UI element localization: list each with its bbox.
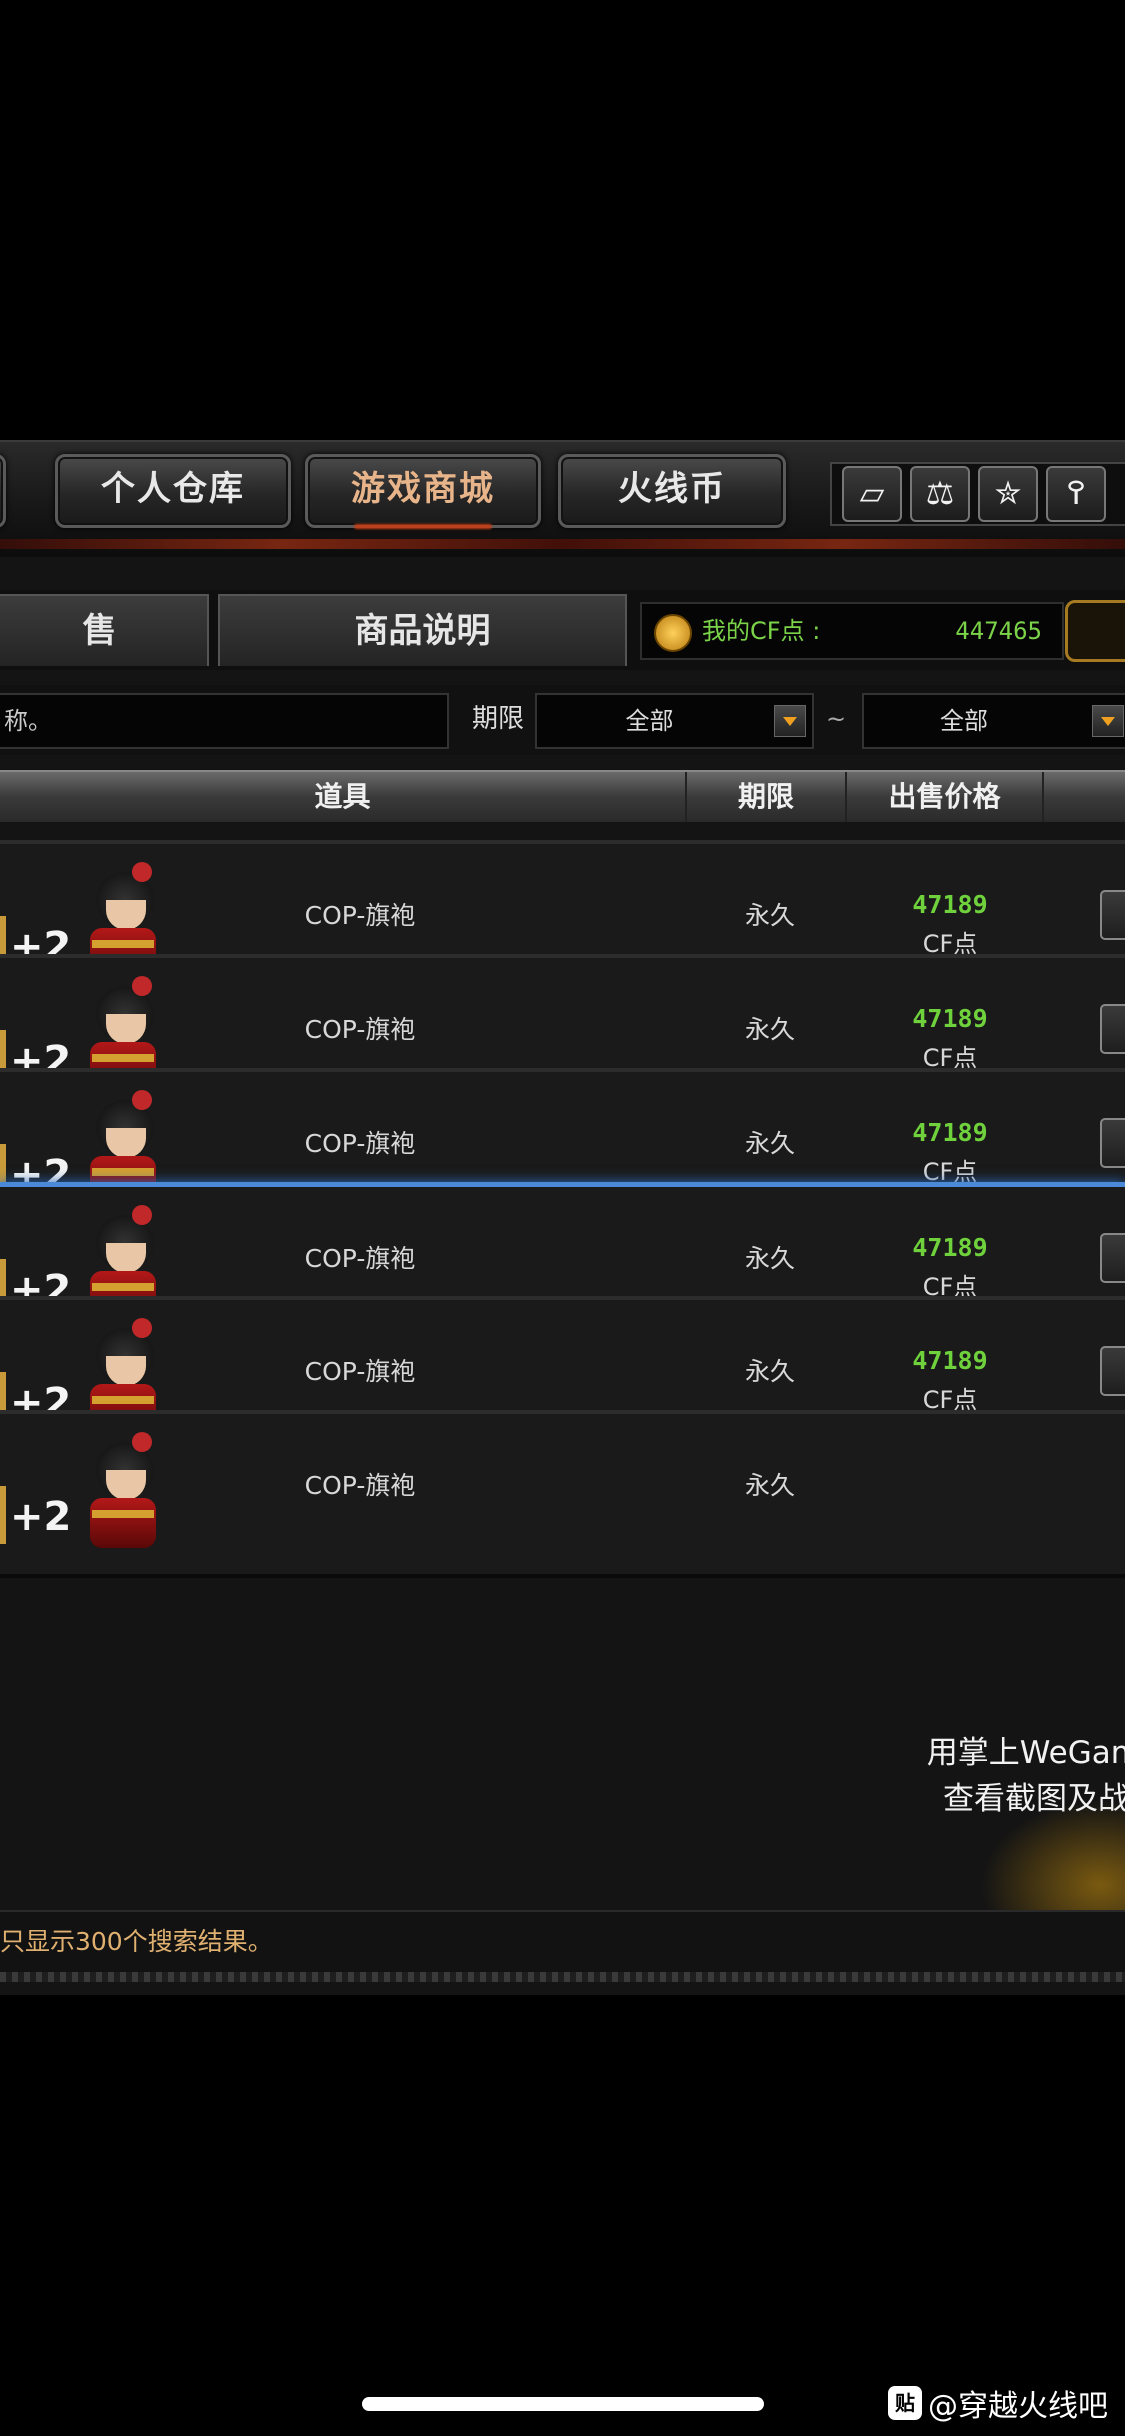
game-shop-window: 个人仓库 游戏商城 火线币 ▱ ⚖ ✮ ߉ 售 商品说明 我的CF点 : 447…	[0, 440, 1125, 1995]
item-name: COP-旗袍	[304, 901, 416, 930]
dropdown-arrow-icon[interactable]	[1092, 705, 1124, 737]
tab-item-description[interactable]: 商品说明	[218, 594, 627, 666]
item-period: 永久	[744, 1129, 795, 1158]
item-period: 永久	[744, 1244, 795, 1273]
item-name: COP-旗袍	[304, 1129, 416, 1158]
search-text: 称。	[4, 707, 52, 735]
item-name: COP-旗袍	[304, 1244, 416, 1273]
item-price: 47189	[912, 890, 988, 919]
column-header-item[interactable]: 道具	[0, 772, 687, 822]
scales-icon[interactable]: ⚖	[910, 466, 970, 522]
cf-points-label: 我的CF点 :	[702, 617, 821, 645]
filter-row: 称。 期限 全部 ~ 全部	[0, 685, 1125, 755]
wegame-line-1: 用掌上WeGame	[926, 1735, 1125, 1771]
column-header-price[interactable]: 出售价格	[847, 772, 1044, 822]
period-from-dropdown[interactable]: 全部	[535, 693, 814, 749]
nav-button-partial[interactable]	[0, 454, 6, 528]
item-price: 47189	[912, 1004, 988, 1033]
watermark-text: @穿越火线吧	[928, 2389, 1108, 2424]
wegame-line-2: 查看截图及战绩	[943, 1781, 1125, 1817]
watermark: 贴 @穿越火线吧	[888, 2383, 1108, 2424]
dropdown-arrow-icon[interactable]	[774, 705, 806, 737]
tab-sell-label: 售	[82, 611, 117, 651]
item-price: 47189	[912, 1118, 988, 1147]
trophy-icon[interactable]: ߉	[1046, 466, 1106, 522]
recharge-button[interactable]	[1065, 600, 1125, 662]
tabs-row: 售 商品说明 我的CF点 : 447465	[0, 590, 1125, 670]
item-avatar	[80, 1432, 180, 1552]
search-input[interactable]: 称。	[0, 693, 449, 749]
nav-button-label: 游戏商城	[351, 469, 495, 509]
item-period: 永久	[744, 1357, 795, 1386]
results-footer: 只显示300个搜索结果。	[0, 1910, 1125, 1972]
item-name: COP-旗袍	[304, 1357, 416, 1386]
grade-marker	[0, 1486, 6, 1544]
coin-icon	[654, 614, 692, 652]
nav-button-fire-coin[interactable]: 火线币	[558, 454, 786, 528]
buy-checkbox[interactable]	[1100, 1233, 1125, 1283]
buy-checkbox[interactable]	[1100, 890, 1125, 940]
range-separator: ~	[826, 705, 847, 733]
wegame-overlay: 用掌上WeGame 查看截图及战绩	[860, 1730, 1125, 1822]
item-name: COP-旗袍	[304, 1015, 416, 1044]
period-filter-label: 期限	[472, 704, 525, 734]
tieba-logo-icon: 贴	[888, 2386, 922, 2420]
buy-checkbox[interactable]	[1100, 1004, 1125, 1054]
results-note: 只显示300个搜索结果。	[0, 1927, 273, 1956]
item-period: 永久	[744, 901, 795, 930]
period-from-value: 全部	[625, 707, 674, 735]
item-period: 永久	[744, 1471, 795, 1500]
cf-points-value: 447465	[955, 617, 1042, 645]
active-glow	[354, 524, 492, 529]
item-name: COP-旗袍	[304, 1471, 416, 1500]
enhance-level: +2	[10, 1494, 72, 1540]
period-to-dropdown[interactable]: 全部	[862, 693, 1125, 749]
buy-checkbox[interactable]	[1100, 1118, 1125, 1168]
tv-icon[interactable]: ▱	[842, 466, 902, 522]
top-navigation: 个人仓库 游戏商城 火线币 ▱ ⚖ ✮ ߉	[0, 440, 1125, 557]
star-badge-icon[interactable]: ✮	[978, 466, 1038, 522]
cf-points-display: 我的CF点 : 447465	[640, 602, 1064, 660]
item-period: 永久	[744, 1015, 795, 1044]
home-indicator[interactable]	[362, 2397, 764, 2411]
column-header-period[interactable]: 期限	[687, 772, 847, 822]
buy-checkbox[interactable]	[1100, 1346, 1125, 1396]
tab-sell[interactable]: 售	[0, 594, 209, 666]
item-price: 47189	[912, 1233, 988, 1262]
nav-button-personal-warehouse[interactable]: 个人仓库	[55, 454, 291, 528]
item-price: 47189	[912, 1346, 988, 1375]
table-header: 道具 期限 出售价格	[0, 770, 1125, 822]
period-to-value: 全部	[940, 707, 988, 735]
footer-stripe	[0, 1972, 1125, 1982]
nav-button-game-shop[interactable]: 游戏商城	[305, 454, 541, 529]
table-row[interactable]: +2 COP-旗袍 永久	[0, 1410, 1125, 1578]
